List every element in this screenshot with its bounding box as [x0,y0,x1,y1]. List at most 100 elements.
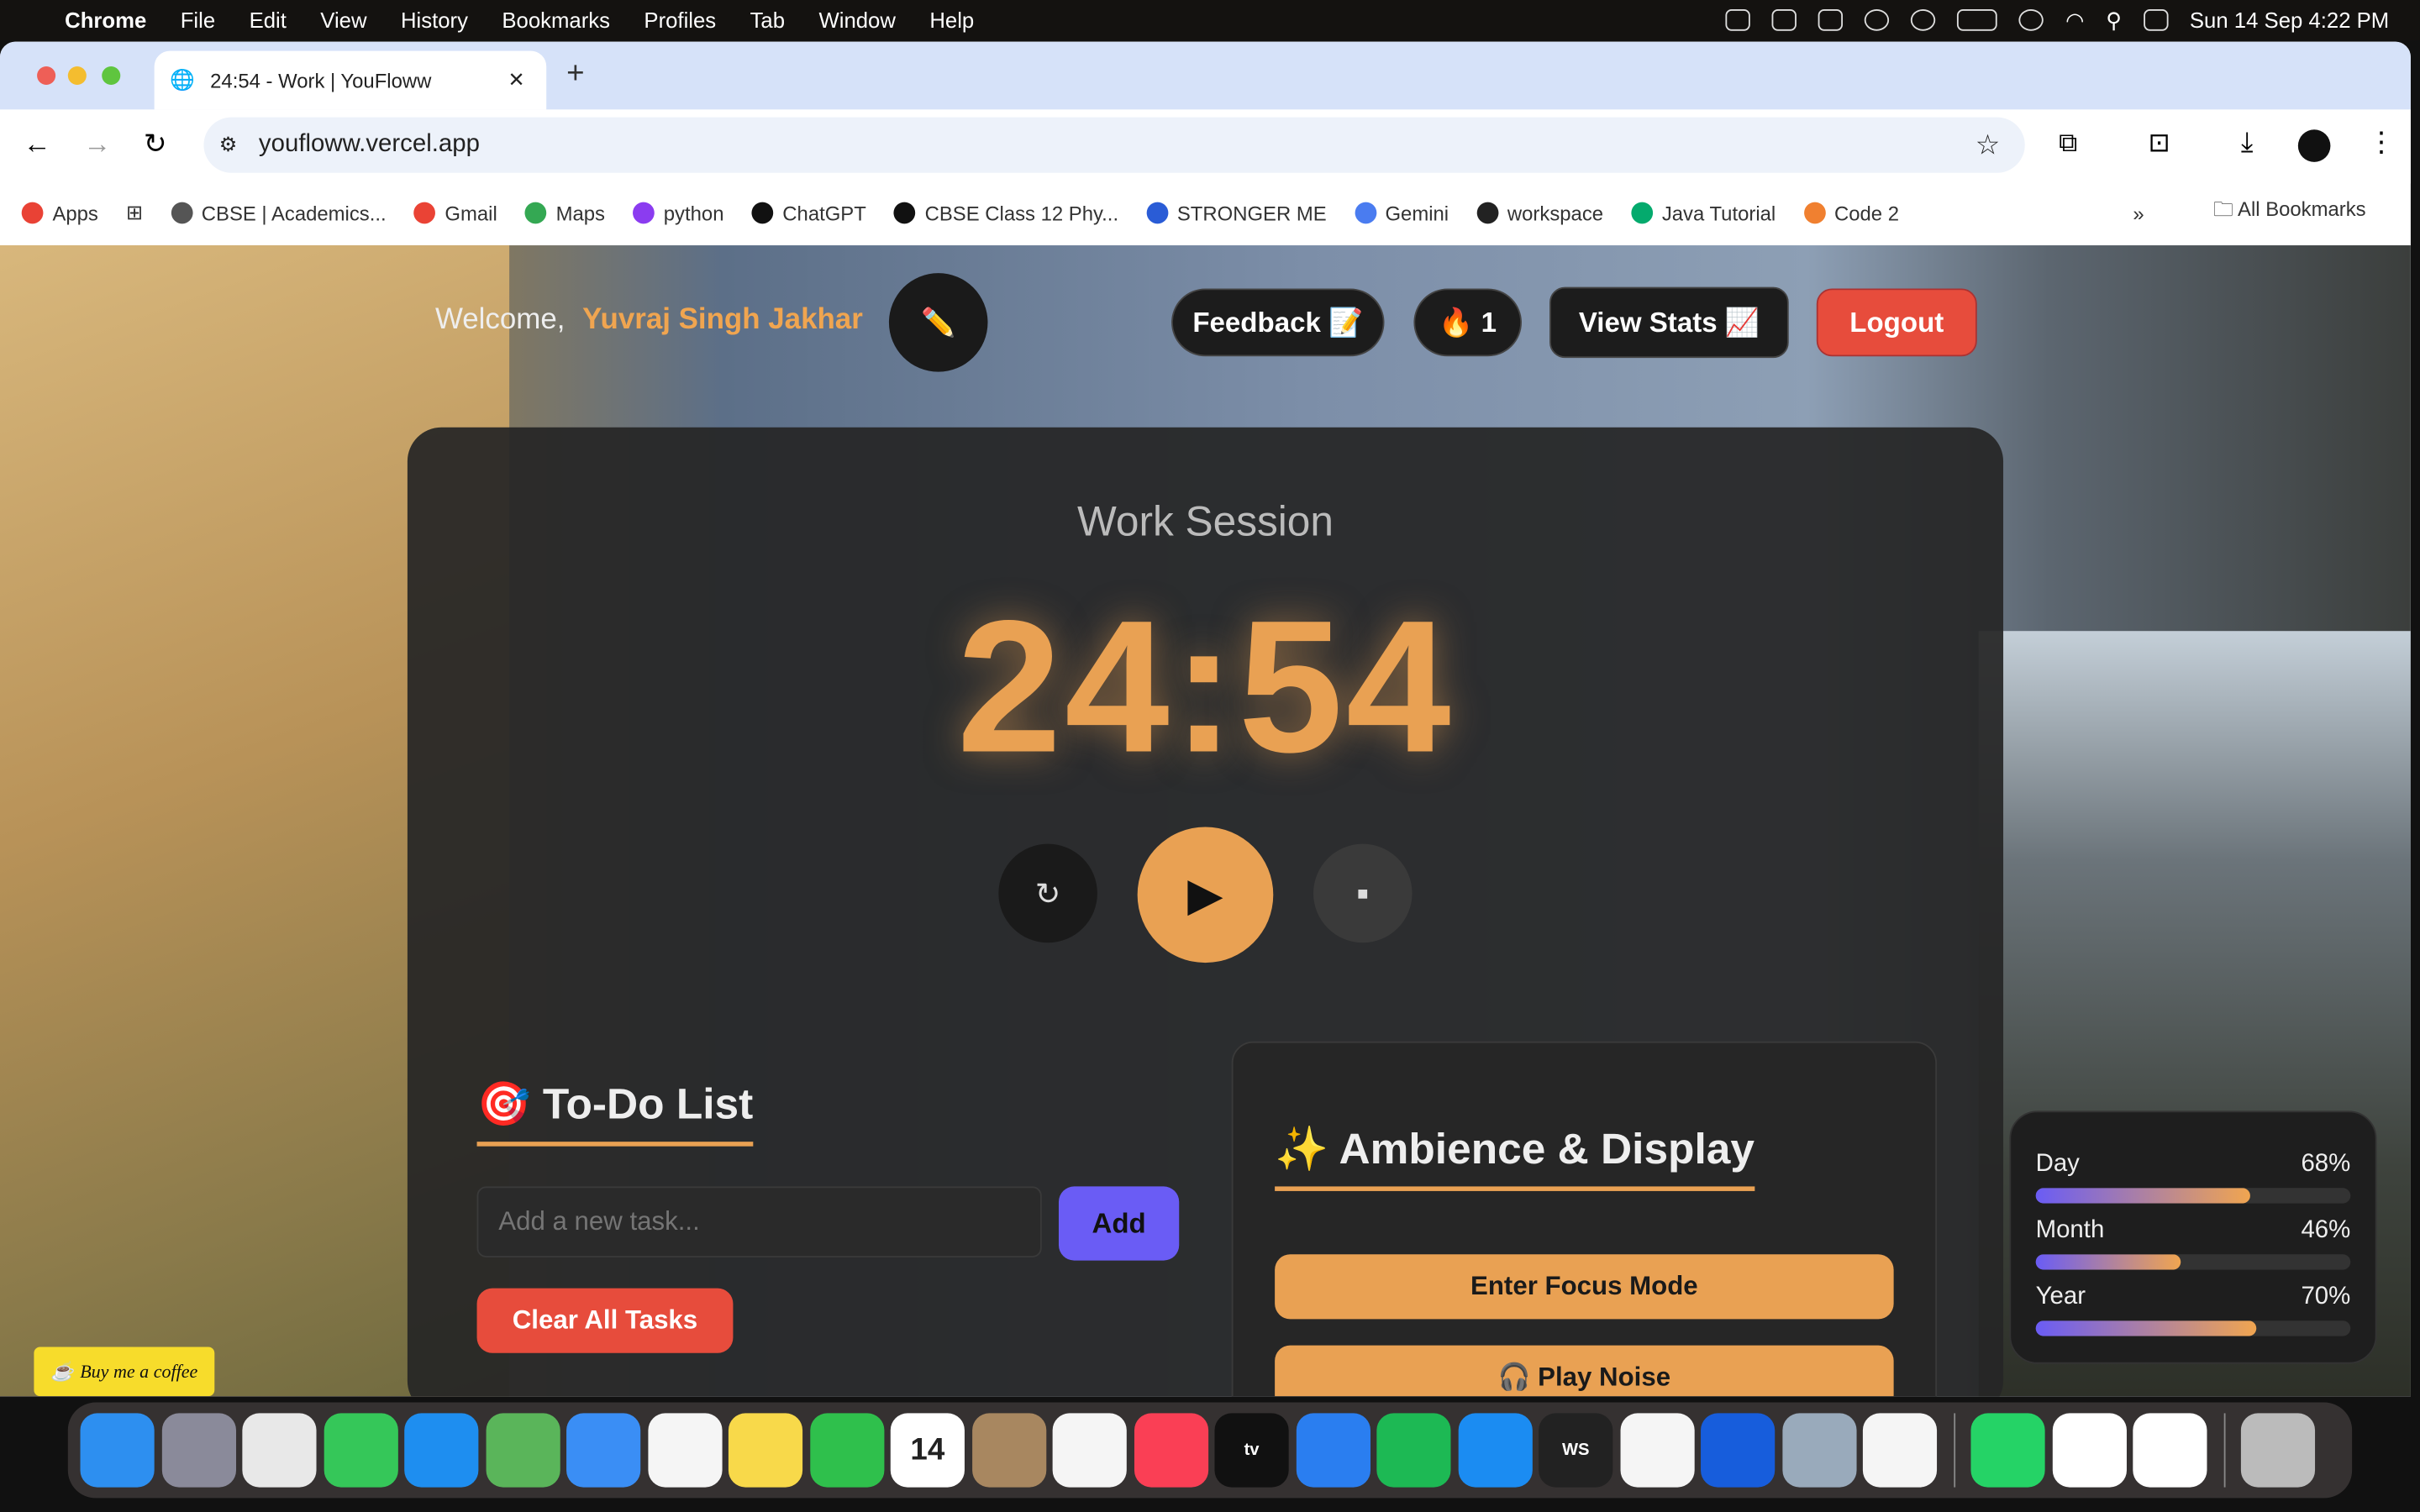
profile-avatar[interactable] [2297,129,2331,162]
dock-icon-preview[interactable] [1781,1413,1856,1488]
maximize-window-button[interactable] [102,66,121,86]
dock-icon-messages[interactable] [323,1413,397,1488]
dock-icon-keynote[interactable] [1295,1413,1370,1488]
feedback-button[interactable]: Feedback 📝 [1171,288,1385,357]
notion-icon[interactable] [1818,9,1844,31]
menu-edit[interactable]: Edit [250,8,287,32]
control-center-icon[interactable] [2143,9,2169,31]
site-settings-icon[interactable]: ⚙ [219,133,237,157]
dock-icon-trash[interactable] [2240,1413,2316,1488]
dock-icon-notes[interactable] [728,1413,803,1488]
focus-mode-button[interactable]: Enter Focus Mode [1275,1254,1894,1320]
dock-icon-tv[interactable]: tv [1214,1413,1289,1488]
dock-icon-mail[interactable] [566,1413,641,1488]
minimize-window-button[interactable] [67,66,87,86]
new-tab-button[interactable]: + [566,57,584,92]
bookmark-star-icon[interactable]: ☆ [1975,129,2001,161]
dock-icon-app-store[interactable] [1457,1413,1532,1488]
dock-icon-reminders[interactable] [1052,1413,1127,1488]
welcome-label: Welcome, [434,303,566,337]
bookmark-icon [1803,202,1825,224]
dock-icon-facetime[interactable] [809,1413,884,1488]
menu-window[interactable]: Window [818,8,895,32]
bookmark-item[interactable]: Gemini [1354,202,1449,224]
menu-view[interactable]: View [320,8,366,32]
dock-icon-safari[interactable] [404,1413,479,1488]
dock-icon-spotify[interactable] [1376,1413,1451,1488]
bookmark-label: CBSE | Academics... [201,201,387,225]
dock-icon-finder[interactable] [80,1413,155,1488]
back-icon[interactable]: ← [24,128,51,160]
bookmark-item[interactable]: Java Tutorial [1631,201,1776,225]
wifi-icon[interactable]: ◠ [2065,7,2084,33]
close-window-button[interactable] [37,66,56,86]
bookmark-item[interactable]: python [633,202,723,224]
tab-search-icon[interactable]: ⊡ [2149,128,2170,159]
stat-label: Day [2035,1151,2080,1178]
search-icon[interactable]: ⚲ [2106,7,2122,33]
add-task-button[interactable]: Add [1058,1186,1180,1261]
dock-icon-vs-code[interactable] [1862,1413,1938,1488]
more-bookmarks-icon[interactable]: » [2133,202,2144,225]
bookmark-item[interactable]: ChatGPT [751,202,866,224]
dock-icon-photos[interactable] [647,1413,722,1488]
bookmark-item[interactable]: Gmail [413,202,497,224]
url-text[interactable]: youfloww.vercel.app [259,131,480,159]
dock-icon-launchpad[interactable] [160,1413,236,1488]
edit-name-button[interactable]: ✏️ [888,273,988,372]
stop-button[interactable]: ■ [1313,843,1413,943]
dock-icon-14[interactable]: 14 [890,1413,965,1488]
menu-history[interactable]: History [401,8,468,32]
battery-icon[interactable] [1957,9,1998,31]
menu-tab[interactable]: Tab [750,8,785,32]
dock-icon-whatsapp[interactable] [1970,1413,2045,1488]
play-button[interactable]: ▶ [1137,827,1274,963]
bookmark-item[interactable]: STRONGER ME [1146,202,1327,224]
bookmark-item[interactable]: Maps [524,202,605,224]
forward-icon[interactable]: → [83,128,111,160]
menu-app[interactable]: Chrome [65,8,146,32]
logout-button[interactable]: Logout [1816,288,1977,357]
menu-bookmarks[interactable]: Bookmarks [502,8,610,32]
menu-file[interactable]: File [181,8,215,32]
view-stats-button[interactable]: View Stats 📈 [1549,286,1789,359]
buy-coffee-button[interactable]: ☕ Buy me a coffee [34,1347,215,1397]
more-menu-icon[interactable]: ⋮ [2367,127,2395,160]
menu-help[interactable]: Help [929,8,974,32]
task-input[interactable] [476,1186,1042,1257]
menu-profiles[interactable]: Profiles [644,8,716,32]
bookmark-item[interactable]: Apps [21,202,98,224]
bookmark-item[interactable]: Code 2 [1803,202,1899,224]
tab-active[interactable]: 🌐 24:54 - Work | YouFloww ✕ [154,50,547,110]
extensions-icon[interactable]: ⧉ [2059,128,2077,159]
bookmark-item[interactable]: CBSE Class 12 Phy... [893,202,1118,224]
dock-icon-notion[interactable] [2051,1413,2127,1488]
dock-icon-ws[interactable]: WS [1539,1413,1613,1488]
reset-button[interactable]: ↻ [998,843,1097,943]
dock-icon-chrome[interactable] [242,1413,317,1488]
dock-icon-capcut[interactable] [2133,1413,2207,1488]
dock-icon-bitwarden[interactable] [1701,1413,1776,1488]
bookmark-item[interactable]: workspace [1476,202,1603,224]
clear-tasks-button[interactable]: Clear All Tasks [476,1288,734,1353]
dock-icon-contacts[interactable] [971,1413,1046,1488]
address-bar[interactable]: ⚙ youfloww.vercel.app ☆ [203,117,2025,173]
play-icon[interactable] [1911,9,1936,31]
tab-groups-icon[interactable]: ⊞ [126,201,143,225]
bookmark-item[interactable]: CBSE | Academics... [171,201,387,225]
all-bookmarks[interactable]: 🗀 All Bookmarks [2213,196,2366,229]
close-tab-icon[interactable]: ✕ [508,68,524,92]
clock[interactable]: Sun 14 Sep 4:22 PM [2190,8,2389,32]
drive-icon[interactable] [1772,9,1797,31]
reload-icon[interactable]: ↻ [144,128,167,160]
dock-icon-music[interactable] [1134,1413,1208,1488]
play-noise-button[interactable]: 🎧 Play Noise [1275,1345,1894,1397]
download-icon[interactable]: ⤓ [2241,127,2254,160]
chatgpt-icon[interactable] [1865,9,1890,31]
user-icon[interactable] [2018,9,2044,31]
streak-badge[interactable]: 🔥 1 [1413,288,1522,357]
dock-icon-chatgpt[interactable] [1619,1413,1694,1488]
shield-icon[interactable] [1726,9,1751,31]
bookmark-label: Java Tutorial [1661,201,1776,225]
dock-icon-maps[interactable] [485,1413,560,1488]
